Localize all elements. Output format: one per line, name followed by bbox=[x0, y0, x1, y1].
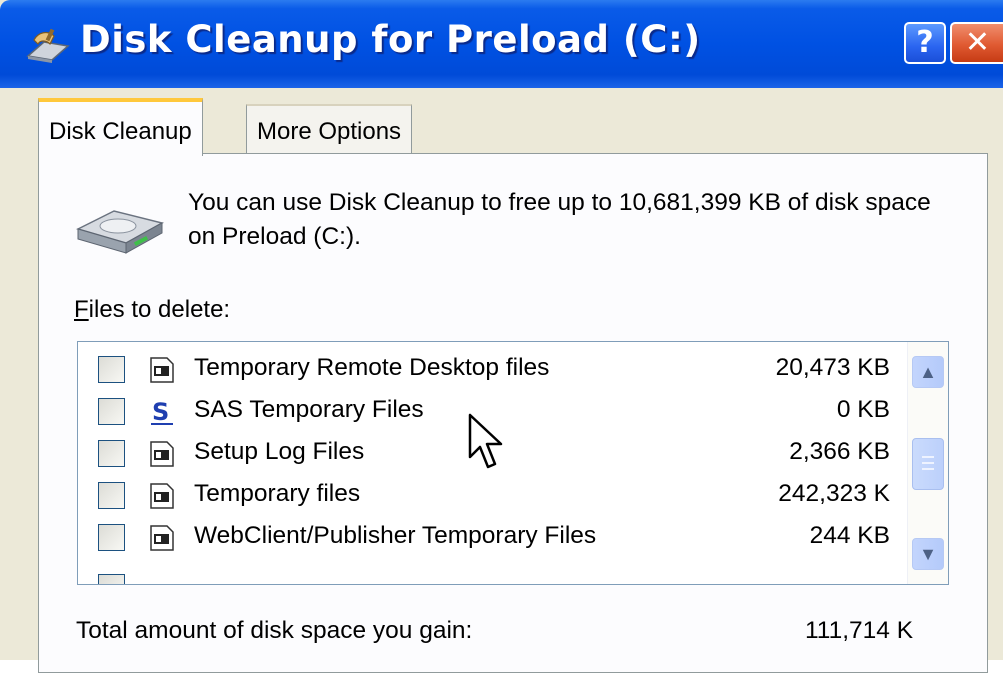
file-icon bbox=[150, 483, 174, 509]
tab-bar: Disk Cleanup More Options bbox=[38, 98, 978, 156]
file-checkbox[interactable] bbox=[98, 398, 125, 425]
file-checkbox[interactable] bbox=[98, 440, 125, 467]
sas-logo-icon: S bbox=[151, 398, 173, 426]
files-list[interactable]: Temporary Remote Desktop files 20,473 KB… bbox=[77, 341, 949, 585]
file-checkbox[interactable] bbox=[98, 482, 125, 509]
close-button[interactable]: ✕ bbox=[950, 22, 1003, 64]
title-bar[interactable]: Disk Cleanup for Preload (C:) ? ✕ bbox=[0, 0, 1003, 88]
list-item[interactable]: Temporary Remote Desktop files 20,473 KB bbox=[78, 350, 908, 392]
tab-more-options[interactable]: More Options bbox=[246, 104, 413, 154]
svg-text:S: S bbox=[152, 398, 169, 426]
file-icon bbox=[150, 357, 174, 383]
file-name: Temporary files bbox=[194, 480, 361, 507]
vertical-scrollbar[interactable]: ▲ ▼ bbox=[907, 342, 948, 584]
files-label-mnemonic: F bbox=[74, 296, 89, 323]
total-gain-value: 111,714 K bbox=[805, 617, 914, 644]
tab-disk-cleanup[interactable]: Disk Cleanup bbox=[38, 98, 203, 156]
files-to-delete-label: Files to delete: bbox=[74, 296, 230, 324]
file-size: 20,473 KB bbox=[775, 354, 890, 381]
disk-cleanup-window: Disk Cleanup for Preload (C:) ? ✕ Disk C… bbox=[0, 0, 1003, 673]
help-button[interactable]: ? bbox=[904, 22, 946, 64]
file-checkbox[interactable] bbox=[98, 524, 125, 551]
file-checkbox[interactable] bbox=[98, 574, 125, 584]
file-icon bbox=[150, 441, 174, 467]
file-size: 2,366 KB bbox=[789, 438, 890, 465]
file-size: 0 KB bbox=[836, 396, 890, 423]
close-icon: ✕ bbox=[964, 25, 991, 60]
total-gain-label: Total amount of disk space you gain: bbox=[76, 617, 473, 644]
file-checkbox[interactable] bbox=[98, 356, 125, 383]
scroll-thumb[interactable] bbox=[912, 438, 944, 490]
cleanup-description: You can use Disk Cleanup to free up to 1… bbox=[188, 189, 931, 250]
list-item[interactable]: Temporary files 242,323 K bbox=[78, 476, 908, 518]
file-name: Temporary Remote Desktop files bbox=[194, 354, 550, 381]
files-label-text: iles to delete: bbox=[88, 296, 231, 323]
scroll-up-button[interactable]: ▲ bbox=[912, 356, 944, 388]
window-title: Disk Cleanup for Preload (C:) bbox=[80, 18, 701, 61]
list-item-partial[interactable] bbox=[78, 568, 908, 584]
chevron-up-icon: ▲ bbox=[919, 362, 937, 382]
disk-cleanup-icon bbox=[26, 28, 70, 63]
file-name: WebClient/Publisher Temporary Files bbox=[194, 522, 597, 549]
list-item[interactable]: WebClient/Publisher Temporary Files 244 … bbox=[78, 518, 908, 560]
chevron-down-icon: ▼ bbox=[919, 544, 937, 564]
file-size: 242,323 K bbox=[778, 480, 890, 507]
file-icon bbox=[150, 525, 174, 551]
mouse-cursor-icon bbox=[468, 413, 503, 469]
file-size: 244 KB bbox=[809, 522, 890, 549]
file-name: Setup Log Files bbox=[194, 438, 365, 465]
scroll-down-button[interactable]: ▼ bbox=[912, 538, 944, 570]
file-name: SAS Temporary Files bbox=[194, 396, 424, 423]
hard-drive-icon bbox=[75, 210, 165, 254]
